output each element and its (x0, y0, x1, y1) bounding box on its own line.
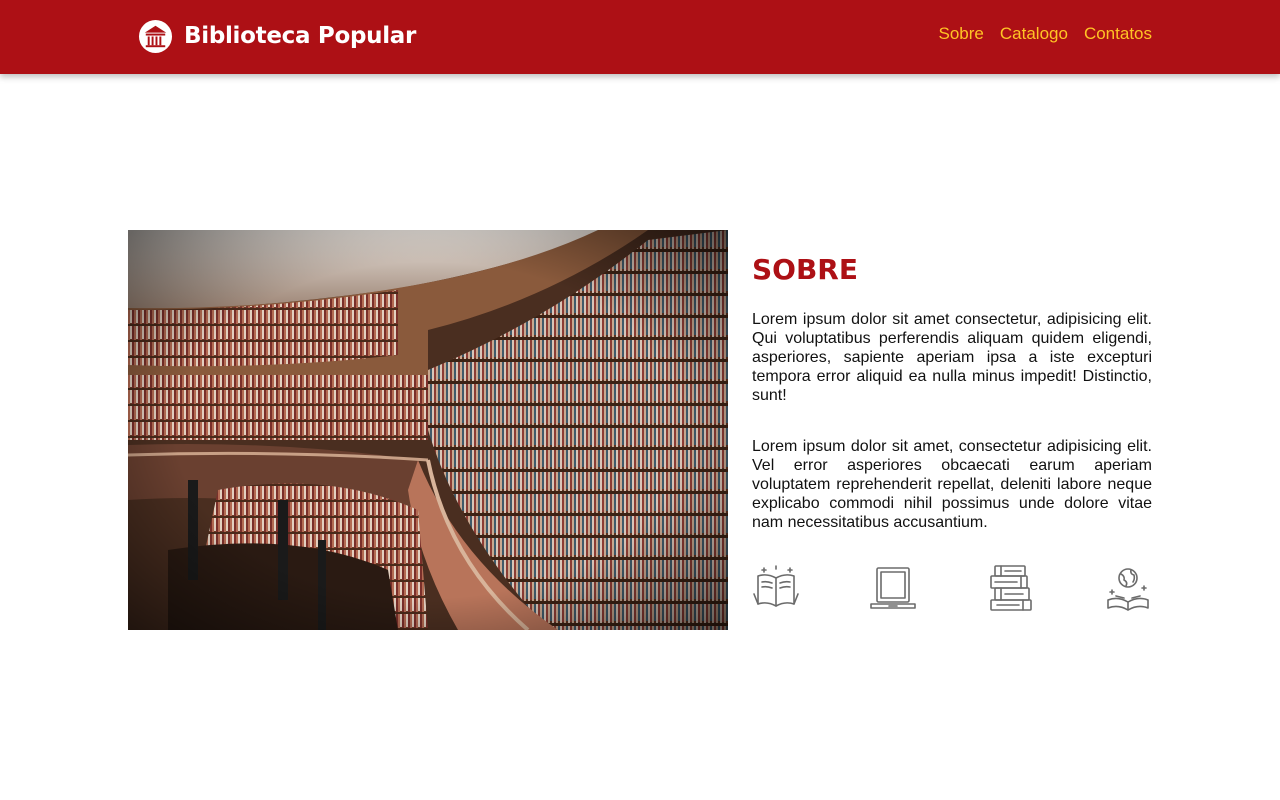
nav-link-contatos[interactable]: Contatos (1084, 24, 1152, 44)
about-section: SOBRE Lorem ipsum dolor sit amet consect… (752, 254, 1152, 612)
library-columns-icon (138, 19, 173, 53)
about-paragraph-2: Lorem ipsum dolor sit amet, consectetur … (752, 438, 1152, 531)
brand[interactable]: Biblioteca Popular (138, 18, 416, 54)
reading-book-icon (753, 565, 799, 607)
feature-icons (752, 564, 1152, 612)
nav-link-catalogo[interactable]: Catalogo (1000, 24, 1068, 44)
navbar: Biblioteca Popular Sobre Catalogo Contat… (0, 0, 1280, 74)
brand-name: Biblioteca Popular (184, 23, 417, 49)
open-book-globe-icon (1107, 568, 1149, 611)
library-bookshelves-photo (128, 230, 728, 630)
about-paragraph-1: Lorem ipsum dolor sit amet consectetur, … (752, 311, 1152, 404)
nav-link-sobre[interactable]: Sobre (939, 24, 984, 44)
book-stack-icon (989, 565, 1032, 611)
about-title: SOBRE (752, 253, 858, 286)
laptop-icon (870, 567, 917, 609)
main-nav: Sobre Catalogo Contatos (939, 24, 1152, 44)
